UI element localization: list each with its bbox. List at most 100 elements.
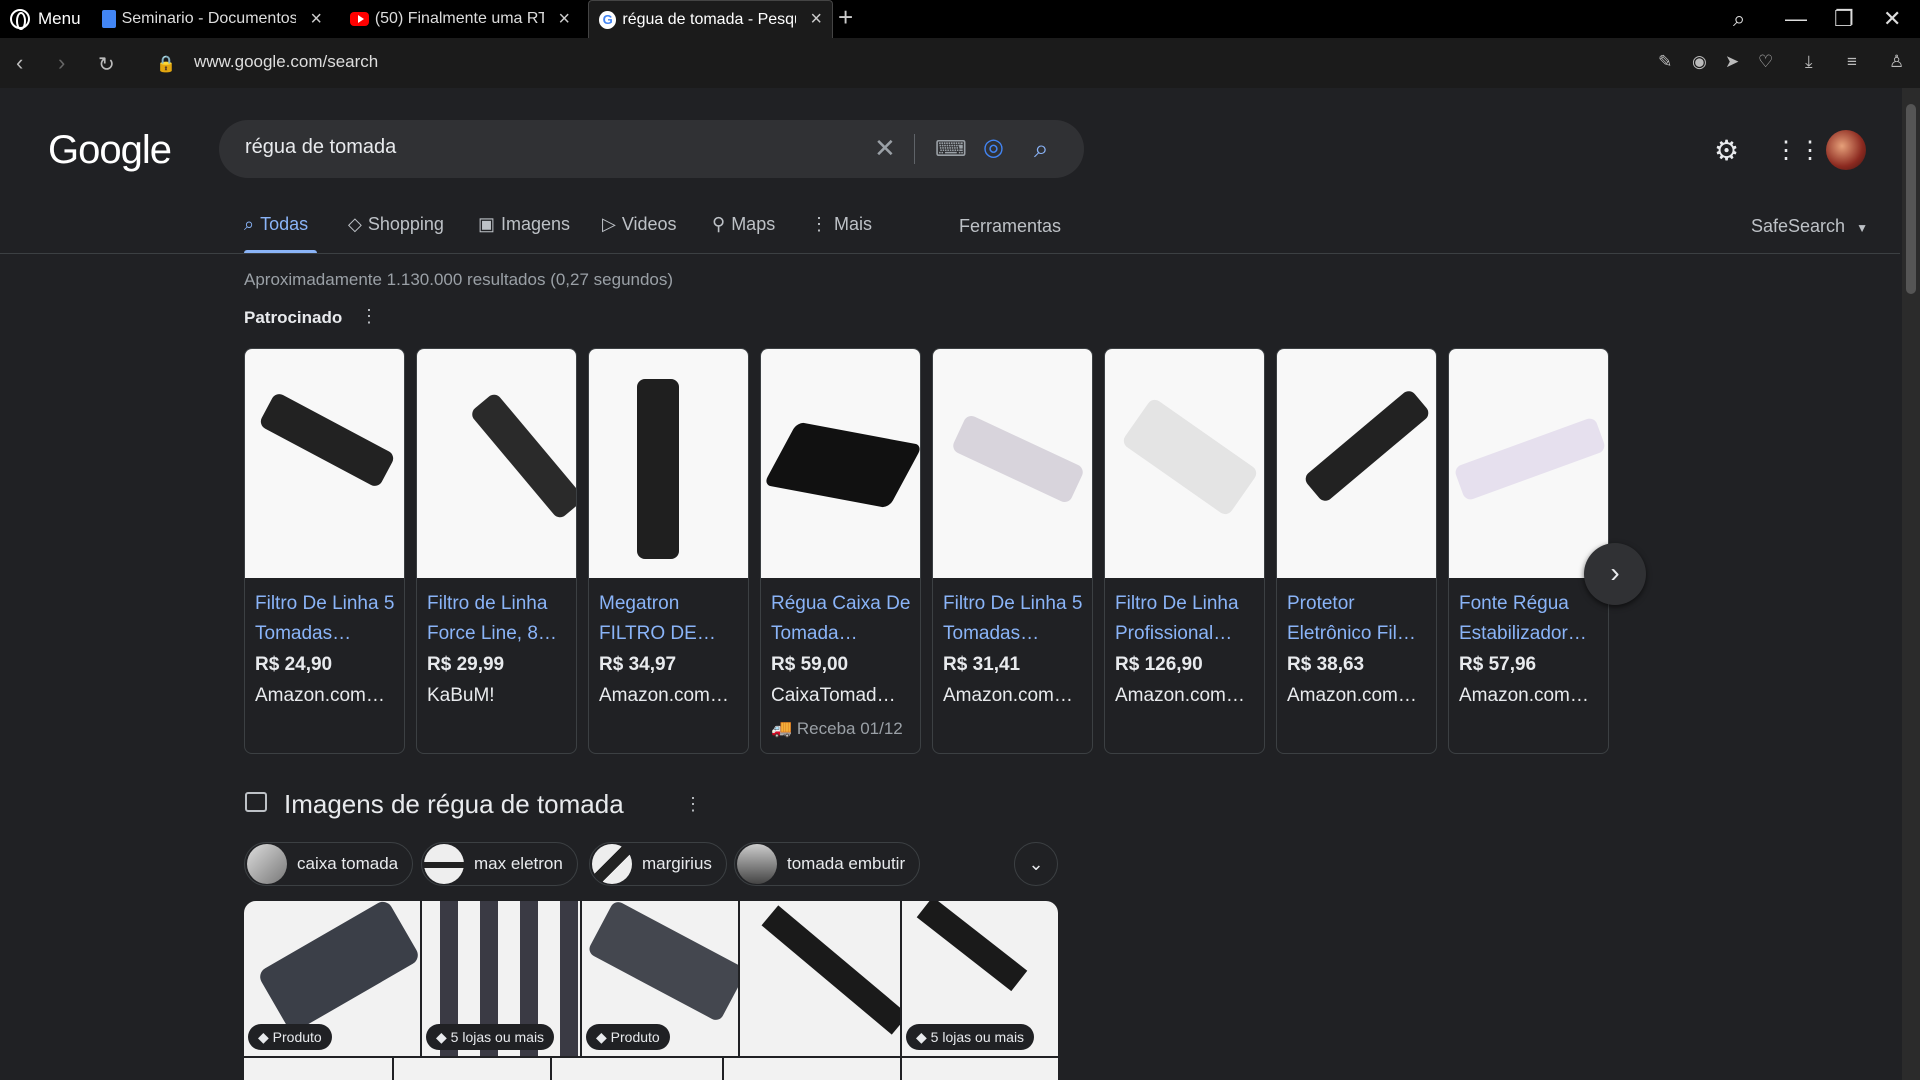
google-favicon-icon: G [599,10,617,29]
tab-videos[interactable]: ▷ Videos [602,214,677,235]
easy-setup-icon[interactable]: ≡ [1847,52,1857,72]
product-title[interactable]: Filtro de Linha Force Line, 8… [427,589,572,649]
tab-title: (50) Finalmente uma RTX 4( [374,10,545,27]
product-title[interactable]: Filtro De Linha 5 Tomadas… [255,589,400,649]
forward-icon[interactable]: › [58,50,65,76]
tab-youtube[interactable]: (50) Finalmente uma RTX 4( × [340,0,580,38]
heart-icon[interactable]: ♡ [1758,52,1773,72]
search-box[interactable]: régua de tomada ✕ ⌨ ◎ ⌕ [219,120,1084,178]
google-lens-icon[interactable]: ◎ [983,133,1004,162]
delivery-text: Receba 01/12 [796,719,903,738]
close-tab-icon[interactable]: × [310,8,322,31]
edit-page-icon[interactable]: ✎ [1658,52,1672,72]
tab-label: Videos [621,214,677,234]
chip-caixa-tomada[interactable]: caixa tomada [244,842,414,886]
product-image[interactable] [1449,349,1608,578]
product-image[interactable] [1277,349,1436,578]
image-result[interactable] [724,1058,900,1080]
image-result[interactable]: ◆ Produto [582,901,738,1056]
tab-maps[interactable]: ⚲ Maps [712,214,775,235]
back-icon[interactable]: ‹ [16,50,23,76]
product-image[interactable] [761,349,920,578]
image-result[interactable] [552,1058,722,1080]
images-heading[interactable]: Imagens de régua de tomada [284,789,624,820]
tab-label: Maps [731,214,776,234]
url-field[interactable]: www.google.com/search [194,52,378,72]
product-title[interactable]: Megatron FILTRO DE… [599,589,744,649]
clear-search-icon[interactable]: ✕ [874,133,896,164]
tab-todas[interactable]: ⌕ Todas [244,214,308,235]
product-title[interactable]: Filtro De Linha Profissional… [1115,589,1260,649]
product-card[interactable]: Filtro De Linha 5 Tomadas… R$ 24,90 Amaz… [244,348,405,754]
account-icon[interactable]: ♙ [1889,52,1904,72]
product-title[interactable]: Filtro De Linha 5 Tomadas… [943,589,1088,649]
tab-imagens[interactable]: ▣ Imagens [478,214,570,235]
product-image[interactable] [245,349,404,578]
scrollbar[interactable] [1902,88,1920,1080]
product-card[interactable]: Filtro De Linha Profissional… R$ 126,90 … [1104,348,1265,754]
badge-label: 5 lojas ou mais [930,1029,1025,1045]
product-image[interactable] [589,349,748,578]
product-store: KaBuM! [427,685,495,706]
product-title[interactable]: Régua Caixa De Tomada… [771,589,916,649]
chip-max-eletron[interactable]: max eletron [421,842,578,886]
product-image[interactable] [1105,349,1264,578]
tab-seminario[interactable]: Seminario - Documentos G × [92,0,332,38]
chevron-down-icon[interactable]: ⌄ [1014,842,1058,886]
truck-icon: 🚚 [771,719,793,738]
google-logo[interactable]: Google [48,128,172,173]
tag-icon: ◆ [916,1029,927,1045]
images-menu-icon[interactable]: ⋮ [684,794,702,815]
product-title[interactable]: Protetor Eletrônico Fil… [1287,589,1432,649]
tab-search-icon[interactable]: ⌕ [1733,6,1745,32]
product-image[interactable] [417,349,576,578]
chip-margirius[interactable]: margirius [589,842,727,886]
send-icon[interactable]: ➤ [1725,52,1739,72]
image-result[interactable] [902,1058,1058,1080]
badge-label: Produto [272,1029,322,1045]
close-window-button[interactable]: ✕ [1883,6,1901,32]
product-card[interactable]: Megatron FILTRO DE… R$ 34,97 Amazon.com… [588,348,749,754]
chip-tomada-embutir[interactable]: tomada embutir [734,842,921,886]
image-result[interactable] [394,1058,550,1080]
image-result[interactable]: ◆ 5 lojas ou mais [902,901,1058,1056]
minimize-button[interactable]: — [1785,6,1807,32]
reload-icon[interactable]: ↻ [98,52,115,77]
sponsored-menu-icon[interactable]: ⋮ [360,306,378,327]
image-result[interactable] [244,1058,392,1080]
product-card[interactable]: Filtro De Linha 5 Tomadas… R$ 31,41 Amaz… [932,348,1093,754]
image-badge: ◆ 5 lojas ou mais [426,1024,555,1050]
restore-button[interactable]: ❐ [1834,6,1854,32]
product-card[interactable]: Fonte Régua Estabilizador… R$ 57,96 Amaz… [1448,348,1609,754]
image-result[interactable]: ◆ 5 lojas ou mais [422,901,580,1056]
image-result[interactable] [740,901,900,1056]
image-badge: ◆ 5 lojas ou mais [906,1024,1035,1050]
avatar[interactable] [1826,130,1866,170]
close-tab-icon[interactable]: × [810,8,822,31]
keyboard-icon[interactable]: ⌨ [935,136,967,162]
product-card[interactable]: Filtro de Linha Force Line, 8… R$ 29,99 … [416,348,577,754]
product-price: R$ 57,96 [1459,654,1537,675]
product-card[interactable]: Régua Caixa De Tomada… R$ 59,00 CaixaTom… [760,348,921,754]
safesearch-button[interactable]: SafeSearch ▼ [1751,216,1868,237]
settings-gear-icon[interactable]: ⚙ [1714,134,1739,167]
tools-button[interactable]: Ferramentas [959,216,1061,237]
tab-mais[interactable]: ⋮ Mais [810,214,872,235]
close-tab-icon[interactable]: × [558,8,570,31]
search-submit-icon[interactable]: ⌕ [1034,133,1049,165]
camera-icon[interactable]: ◉ [1692,52,1707,72]
product-title[interactable]: Fonte Régua Estabilizador… [1459,589,1604,649]
carousel-next-button[interactable]: › [1584,543,1646,605]
chip-thumbnail [592,844,632,884]
browser-menu-button[interactable]: Menu [0,0,91,38]
product-store: Amazon.com… [1287,685,1417,706]
tab-shopping[interactable]: ◇ Shopping [348,214,444,235]
tab-google-search[interactable]: G régua de tomada - Pesquis × [588,0,833,38]
product-image[interactable] [933,349,1092,578]
search-input[interactable]: régua de tomada [245,136,396,159]
download-icon[interactable]: ⤓ [1805,52,1813,72]
image-result[interactable]: ◆ Produto [244,901,420,1056]
scrollbar-thumb[interactable] [1906,104,1916,294]
new-tab-button[interactable]: + [838,2,853,33]
product-card[interactable]: Protetor Eletrônico Fil… R$ 38,63 Amazon… [1276,348,1437,754]
